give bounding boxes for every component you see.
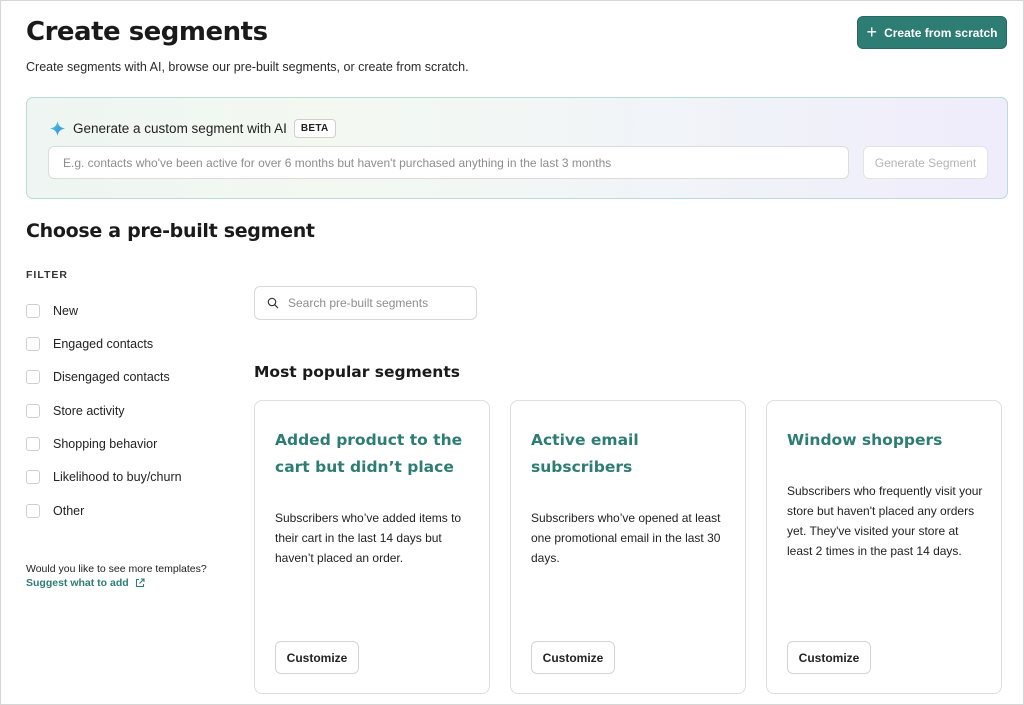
customize-button[interactable]: Customize [275,641,359,674]
create-from-scratch-label: Create from scratch [884,25,998,40]
filter-item-shopping-behavior[interactable]: Shopping behavior [26,427,182,461]
sparkle-icon [49,120,66,137]
customize-button[interactable]: Customize [531,641,615,674]
prebuilt-section-title: Choose a pre-built segment [26,220,315,242]
ai-generate-panel: Generate a custom segment with AI BETA G… [26,97,1008,199]
segment-card-description: Subscribers who frequently visit your st… [787,484,983,558]
customize-button[interactable]: Customize [787,641,871,674]
filter-item-likelihood-to-buy-churn[interactable]: Likelihood to buy/churn [26,461,182,495]
segment-card-active-email-subscribers[interactable]: Active email subscribers Subscribers who… [510,400,746,694]
filter-label-text: Other [53,503,85,518]
filter-checkbox[interactable] [26,503,40,518]
filter-item-other[interactable]: Other [26,494,182,528]
filter-checkbox[interactable] [26,437,40,452]
filter-heading: FILTER [26,269,68,281]
filter-label-text: Disengaged contacts [53,370,170,385]
filter-label-text: Shopping behavior [53,437,158,452]
segment-card-description: Subscribers who’ve opened at least one p… [531,511,721,565]
segment-search[interactable] [254,286,477,320]
filter-item-engaged-contacts[interactable]: Engaged contacts [26,327,182,361]
filter-checkbox[interactable] [26,403,40,418]
segment-card-abandoned-cart[interactable]: Added product to the cart but didn’t pla… [254,400,490,694]
filter-item-new[interactable]: New [26,294,182,328]
filter-label-text: Store activity [53,403,125,418]
page-subtitle: Create segments with AI, browse our pre-… [26,60,469,74]
segment-card-title: Window shoppers [787,431,943,449]
filter-label-text: Likelihood to buy/churn [53,470,182,485]
ai-panel-header: Generate a custom segment with AI BETA [49,119,336,138]
filter-label-text: Engaged contacts [53,336,154,351]
plus-icon: + [866,22,878,42]
search-icon [267,297,279,309]
create-from-scratch-button[interactable]: + Create from scratch [857,16,1007,49]
filter-item-store-activity[interactable]: Store activity [26,394,182,428]
filter-label-text: New [53,303,79,318]
suggest-link-label: Suggest what to add [26,577,129,589]
filter-list: New Engaged contacts Disengaged contacts… [26,294,182,528]
filter-checkbox[interactable] [26,470,40,485]
popular-segments-title: Most popular segments [254,363,460,381]
more-templates-question: Would you like to see more templates? [26,563,207,575]
segment-search-input[interactable] [288,296,468,310]
suggest-templates-link[interactable]: Suggest what to add [26,577,145,589]
generate-segment-button[interactable]: Generate Segment [863,146,988,179]
ai-panel-title: Generate a custom segment with AI [73,121,287,136]
filter-checkbox[interactable] [26,303,40,318]
segment-card-description: Subscribers who’ve added items to their … [275,511,462,565]
external-link-icon [135,578,145,588]
filter-checkbox[interactable] [26,336,40,351]
filter-checkbox[interactable] [26,370,40,385]
page-title: Create segments [26,17,268,47]
ai-prompt-input[interactable] [48,146,849,179]
filter-item-disengaged-contacts[interactable]: Disengaged contacts [26,361,182,395]
segment-card-window-shoppers[interactable]: Window shoppers Subscribers who frequent… [766,400,1002,694]
segment-card-title: Active email subscribers [531,431,639,476]
segment-card-title: Added product to the cart but didn’t pla… [275,431,463,476]
beta-badge: BETA [293,119,336,138]
